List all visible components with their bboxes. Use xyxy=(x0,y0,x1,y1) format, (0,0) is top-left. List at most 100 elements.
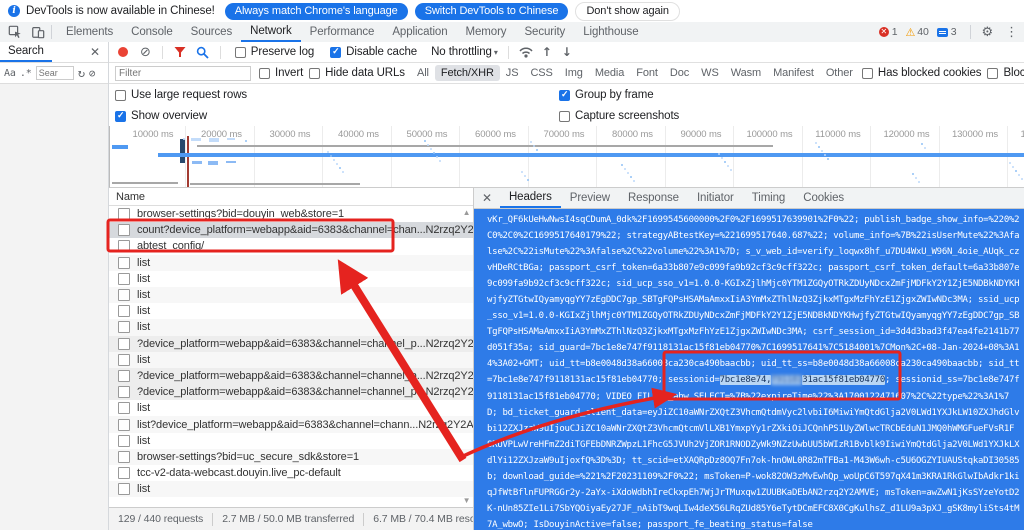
tab-application[interactable]: Application xyxy=(383,22,456,41)
details-tab-headers[interactable]: Headers xyxy=(500,188,561,208)
record-button[interactable] xyxy=(118,47,128,57)
request-row[interactable]: count?device_platform=webapp&aid=6383&ch… xyxy=(109,222,473,238)
request-row[interactable]: list xyxy=(109,303,473,319)
filter-input[interactable] xyxy=(115,66,251,81)
use-large-rows-checkbox[interactable]: Use large request rows xyxy=(115,89,247,101)
invert-checkbox[interactable]: Invert xyxy=(259,67,303,79)
tab-security[interactable]: Security xyxy=(515,22,574,41)
list-scrollbar[interactable]: ▲▼ xyxy=(461,208,472,505)
request-checkbox[interactable] xyxy=(118,483,130,495)
request-row[interactable]: list xyxy=(109,271,473,287)
details-tab-initiator[interactable]: Initiator xyxy=(688,188,743,207)
details-tab-preview[interactable]: Preview xyxy=(561,188,619,207)
import-har-icon[interactable]: ↑ xyxy=(542,45,552,59)
tab-network[interactable]: Network xyxy=(241,22,300,42)
type-filter-js[interactable]: JS xyxy=(500,65,525,81)
request-checkbox[interactable] xyxy=(118,451,130,463)
request-checkbox[interactable] xyxy=(118,386,130,398)
name-column-header[interactable]: Name xyxy=(109,188,473,206)
scroll-down-icon[interactable]: ▼ xyxy=(461,496,472,505)
preserve-log-checkbox[interactable]: Preserve log xyxy=(235,46,314,58)
match-case-button[interactable]: Aa xyxy=(4,68,16,79)
search-network-icon[interactable] xyxy=(196,46,209,59)
filter-funnel-icon[interactable] xyxy=(174,46,186,58)
disable-cache-checkbox[interactable]: Disable cache xyxy=(330,46,417,58)
request-row[interactable]: ?device_platform=webapp&aid=6383&channel… xyxy=(109,368,473,384)
network-overview-timeline[interactable]: 10000 ms20000 ms30000 ms40000 ms50000 ms… xyxy=(109,126,1024,188)
type-filter-font[interactable]: Font xyxy=(630,65,664,81)
switch-devtools-chinese-button[interactable]: Switch DevTools to Chinese xyxy=(415,3,569,20)
request-row[interactable]: ?device_platform=webapp&aid=6383&channel… xyxy=(109,336,473,352)
group-by-frame-checkbox[interactable]: Group by frame xyxy=(559,89,654,101)
tab-sources[interactable]: Sources xyxy=(182,22,242,41)
search-input[interactable] xyxy=(36,66,74,80)
request-row[interactable]: list xyxy=(109,400,473,416)
request-row[interactable]: ?device_platform=webapp&aid=6383&channel… xyxy=(109,384,473,400)
show-overview-checkbox[interactable]: Show overview xyxy=(115,110,207,122)
request-checkbox[interactable] xyxy=(118,240,130,252)
inspect-element-icon[interactable] xyxy=(7,24,23,40)
settings-gear-icon[interactable]: ⚙ xyxy=(982,25,994,40)
request-checkbox[interactable] xyxy=(118,354,130,366)
type-filter-other[interactable]: Other xyxy=(820,65,859,81)
close-search-icon[interactable]: ✕ xyxy=(90,45,100,59)
tab-console[interactable]: Console xyxy=(122,22,182,41)
request-checkbox[interactable] xyxy=(118,289,130,301)
regex-button[interactable]: .* xyxy=(20,68,32,79)
tab-performance[interactable]: Performance xyxy=(301,22,384,41)
headers-content-selected-text[interactable]: vKr_QF6kUeHwNwsI4sqCDumA_0dk%2F169954560… xyxy=(474,209,1024,530)
has-blocked-cookies-checkbox[interactable]: Has blocked cookies xyxy=(862,67,982,79)
throttling-dropdown[interactable]: No throttling xyxy=(431,46,492,58)
blocked-requests-checkbox[interactable]: Blocked Requests xyxy=(987,67,1024,79)
request-checkbox[interactable] xyxy=(118,257,130,269)
request-row[interactable]: browser-settings?bid=uc_secure_sdk&store… xyxy=(109,449,473,465)
refresh-icon[interactable]: ↻ xyxy=(78,66,85,80)
request-row[interactable]: list xyxy=(109,352,473,368)
always-match-language-button[interactable]: Always match Chrome's language xyxy=(225,3,408,20)
issues-badge[interactable]: 3 xyxy=(937,26,957,38)
request-row[interactable]: abtest_config/ xyxy=(109,238,473,254)
request-checkbox[interactable] xyxy=(118,419,130,431)
hide-data-urls-checkbox[interactable]: Hide data URLs xyxy=(309,67,405,79)
device-toolbar-icon[interactable] xyxy=(30,24,46,40)
request-checkbox[interactable] xyxy=(118,224,130,236)
capture-screenshots-checkbox[interactable]: Capture screenshots xyxy=(559,110,679,122)
request-checkbox[interactable] xyxy=(118,273,130,285)
details-tab-cookies[interactable]: Cookies xyxy=(794,188,853,207)
warning-badge[interactable]: ⚠40 xyxy=(906,26,929,39)
request-checkbox[interactable] xyxy=(118,402,130,414)
type-filter-wasm[interactable]: Wasm xyxy=(725,65,767,81)
request-row[interactable]: tcc-v2-data-webcast.douyin.live_pc-defau… xyxy=(109,465,473,481)
request-checkbox[interactable] xyxy=(118,338,130,350)
type-filter-media[interactable]: Media xyxy=(589,65,630,81)
request-checkbox[interactable] xyxy=(118,435,130,447)
tab-elements[interactable]: Elements xyxy=(57,22,122,41)
request-row[interactable]: browser-settings?bid=douyin_web&store=1 xyxy=(109,206,473,222)
type-filter-img[interactable]: Img xyxy=(559,65,589,81)
clear-icon[interactable]: ⊘ xyxy=(89,67,96,80)
clear-requests-icon[interactable]: ⊘ xyxy=(140,45,151,60)
chevron-down-icon[interactable]: ▾ xyxy=(494,48,498,57)
details-tab-timing[interactable]: Timing xyxy=(743,188,794,207)
type-filter-doc[interactable]: Doc xyxy=(664,65,695,81)
type-filter-all[interactable]: All xyxy=(411,65,435,81)
search-tab[interactable]: Search xyxy=(0,42,52,62)
dont-show-again-button[interactable]: Don't show again xyxy=(575,2,679,21)
network-conditions-icon[interactable] xyxy=(519,46,533,59)
request-row[interactable]: list?device_platform=webapp&aid=6383&cha… xyxy=(109,416,473,432)
request-row[interactable]: list xyxy=(109,319,473,335)
request-row[interactable]: list xyxy=(109,287,473,303)
type-filter-fetch-xhr[interactable]: Fetch/XHR xyxy=(435,65,500,81)
request-checkbox[interactable] xyxy=(118,321,130,333)
type-filter-css[interactable]: CSS xyxy=(524,65,558,81)
error-badge[interactable]: ✕1 xyxy=(879,26,898,38)
tab-memory[interactable]: Memory xyxy=(457,22,516,41)
close-details-icon[interactable]: ✕ xyxy=(482,191,492,205)
export-har-icon[interactable]: ↓ xyxy=(562,45,572,59)
request-checkbox[interactable] xyxy=(118,208,130,220)
request-row[interactable]: list xyxy=(109,433,473,449)
scroll-up-icon[interactable]: ▲ xyxy=(461,208,472,217)
type-filter-ws[interactable]: WS xyxy=(695,65,725,81)
request-checkbox[interactable] xyxy=(118,370,130,382)
type-filter-manifest[interactable]: Manifest xyxy=(767,65,820,81)
